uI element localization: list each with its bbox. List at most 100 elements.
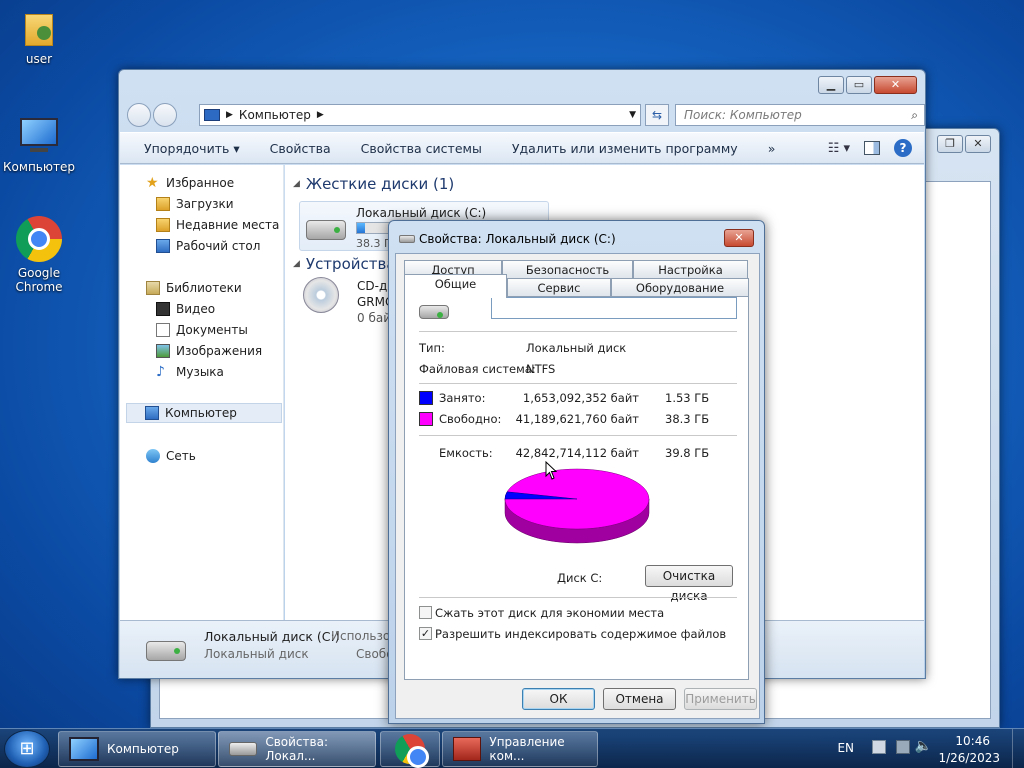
hard-drives-header[interactable]: ◢ Жесткие диски (1) <box>293 175 454 193</box>
ok-button[interactable]: ОК <box>522 688 595 710</box>
properties-button[interactable]: Свойства <box>270 141 331 156</box>
tab-security[interactable]: Безопасность <box>502 260 633 280</box>
devices-header[interactable]: ◢ Устройства <box>293 255 396 273</box>
dialog-close-button[interactable]: ✕ <box>724 229 754 247</box>
free-bytes: 41,189,621,760 байт <box>515 412 639 426</box>
sidebar-item-music[interactable]: ♪ Музыка <box>156 362 224 382</box>
restore-icon: ❐ <box>945 137 955 150</box>
sidebar-item-libraries[interactable]: Библиотеки <box>146 278 242 298</box>
hard-drive-icon <box>419 305 449 319</box>
help-icon[interactable]: ? <box>894 139 912 157</box>
separator <box>419 383 737 384</box>
search-input[interactable]: Поиск: Компьютер ⌕ <box>675 104 925 126</box>
show-desktop-button[interactable] <box>1012 729 1024 768</box>
sidebar-item-recent[interactable]: Недавние места <box>156 215 279 235</box>
close-icon: ✕ <box>734 231 744 244</box>
desktop-icon-user[interactable]: user <box>1 8 77 66</box>
sidebar-item-documents[interactable]: Документы <box>156 320 248 340</box>
recent-places-icon <box>156 218 170 232</box>
drive-usage-fill <box>357 223 365 233</box>
start-button[interactable] <box>4 730 50 768</box>
uninstall-program-button[interactable]: Удалить или изменить программу <box>512 141 738 156</box>
tab-general[interactable]: Общие <box>404 274 507 298</box>
tab-tools[interactable]: Сервис <box>507 278 611 298</box>
network-icon <box>146 449 160 463</box>
used-color-swatch <box>419 391 433 405</box>
desktop-icon <box>156 239 170 253</box>
refresh-button[interactable]: ⇆ <box>645 104 669 126</box>
close-icon: ✕ <box>890 78 901 91</box>
chevron-right-icon: ▶ <box>316 110 324 120</box>
separator <box>419 435 737 436</box>
desktop-icon-label: user <box>25 52 53 66</box>
taskbar-item-properties[interactable]: Свойства: Локал... <box>218 731 376 767</box>
sidebar-item-desktop[interactable]: Рабочий стол <box>156 236 260 256</box>
network-tray-icon[interactable] <box>896 740 910 754</box>
drive-properties-dialog[interactable]: Свойства: Локальный диск (C:) ✕ Доступ Б… <box>388 220 765 724</box>
restore-button[interactable]: ❐ <box>937 135 963 153</box>
close-button[interactable]: ✕ <box>965 135 991 153</box>
index-checkbox[interactable]: ✓ <box>419 627 432 640</box>
chevron-down-icon[interactable]: ▼ <box>629 110 636 120</box>
address-path: Компьютер <box>238 108 311 122</box>
sidebar-item-video[interactable]: Видео <box>156 299 215 319</box>
used-label: Занято: <box>439 391 486 405</box>
collapse-icon: ◢ <box>293 179 300 189</box>
clock-time[interactable]: 10:46 <box>955 734 990 748</box>
libraries-icon <box>146 281 160 295</box>
apply-button[interactable]: Применить <box>684 688 757 710</box>
minimize-icon: ▁ <box>826 78 836 91</box>
sidebar-item-images[interactable]: Изображения <box>156 341 262 361</box>
volume-label-input[interactable] <box>491 297 737 319</box>
tab-customize[interactable]: Настройка <box>633 260 748 280</box>
more-commands-button[interactable]: » <box>768 141 776 156</box>
sidebar-item-favorites[interactable]: ★ Избранное <box>146 173 234 193</box>
sidebar-item-computer[interactable]: Компьютер <box>126 403 282 423</box>
drive-free-text: 38.3 Г <box>356 237 391 250</box>
volume-icon[interactable]: 🔈 <box>915 738 932 754</box>
sidebar-item-network[interactable]: Сеть <box>146 446 196 466</box>
system-properties-button[interactable]: Свойства системы <box>361 141 482 156</box>
minimize-button[interactable]: ▁ <box>818 76 844 94</box>
cancel-button[interactable]: Отмена <box>603 688 676 710</box>
search-icon[interactable]: ⌕ <box>911 105 918 125</box>
dialog-body: Доступ Безопасность Настройка Общие Серв… <box>395 253 760 719</box>
details-drive-name: Локальный диск (C:) <box>204 629 340 644</box>
taskbar-item-chrome[interactable] <box>380 731 440 768</box>
taskbar-item-computer[interactable]: Компьютер <box>58 731 216 767</box>
filesystem-value: NTFS <box>526 362 556 376</box>
maximize-button[interactable]: ▭ <box>846 76 872 94</box>
tab-hardware[interactable]: Оборудование <box>611 278 749 298</box>
cd-drive-icon[interactable] <box>303 277 339 313</box>
organize-button[interactable]: Упорядочить ▾ <box>144 141 240 156</box>
capacity-label: Емкость: <box>439 446 493 460</box>
forward-button[interactable] <box>153 103 177 127</box>
compress-checkbox[interactable] <box>419 606 432 619</box>
window-caption-buttons: ▁ ▭ ✕ <box>818 76 917 94</box>
back-button[interactable] <box>127 103 151 127</box>
separator <box>419 597 737 598</box>
desktop-icon-chrome[interactable]: Google Chrome <box>1 216 77 294</box>
sidebar-item-downloads[interactable]: Загрузки <box>156 194 234 214</box>
disk-cleanup-button[interactable]: Очистка диска <box>645 565 733 603</box>
type-value: Локальный диск <box>526 341 627 355</box>
taskbar-item-computer-management[interactable]: Управление ком... <box>442 731 598 767</box>
chrome-icon <box>16 216 62 262</box>
preview-pane-icon[interactable] <box>864 141 880 155</box>
action-center-icon[interactable] <box>872 740 886 754</box>
command-bar: Упорядочить ▾ Свойства Свойства системы … <box>120 132 924 164</box>
close-icon: ✕ <box>973 137 983 150</box>
desktop-icon-computer[interactable]: Компьютер <box>1 116 77 174</box>
view-options-icon[interactable]: ☷ ▾ <box>828 141 850 156</box>
language-indicator[interactable]: EN <box>837 741 854 755</box>
search-placeholder: Поиск: Компьютер <box>684 108 802 122</box>
collapse-icon: ◢ <box>293 259 300 269</box>
mouse-cursor <box>545 461 558 480</box>
documents-icon <box>156 323 170 337</box>
address-bar[interactable]: ▶ Компьютер ▶ ▼ <box>199 104 641 126</box>
clock-date[interactable]: 1/26/2023 <box>938 751 1000 765</box>
desktop-icon-label: Google Chrome <box>15 266 63 294</box>
details-used-label: Использо <box>331 629 391 643</box>
close-button[interactable]: ✕ <box>874 76 917 94</box>
index-label: Разрешить индексировать содержимое файло… <box>435 627 727 641</box>
